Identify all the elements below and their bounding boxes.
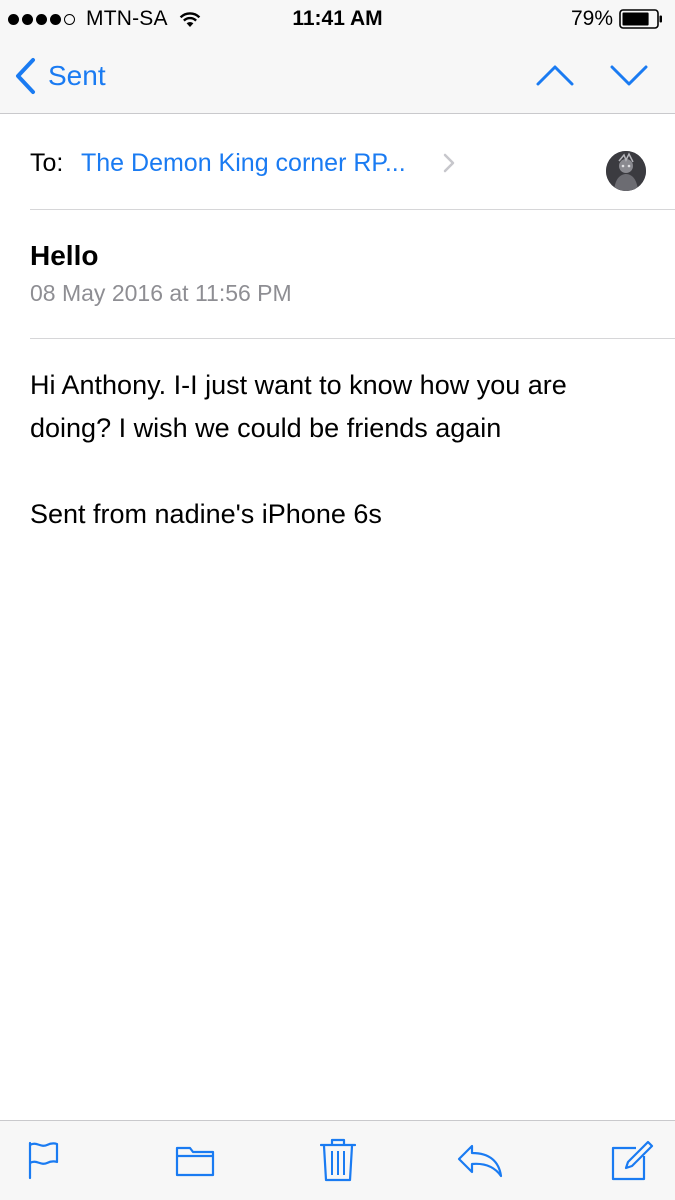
message-body-text: Hi Anthony. I-I just want to know how yo… — [30, 370, 567, 443]
message-body: Hi Anthony. I-I just want to know how yo… — [30, 364, 655, 536]
chevron-up-icon — [536, 65, 574, 86]
move-to-folder-button[interactable] — [175, 1138, 215, 1182]
chevron-right-icon — [443, 153, 455, 173]
chevron-left-icon — [16, 58, 35, 94]
folder-icon — [175, 1146, 215, 1177]
compose-icon — [611, 1140, 654, 1181]
chevron-down-icon — [610, 65, 648, 86]
to-label: To: — [30, 149, 64, 177]
status-right: 79% — [571, 7, 663, 31]
previous-message-button[interactable] — [535, 60, 575, 90]
recipient-name[interactable]: The Demon King corner RP... — [81, 149, 406, 178]
back-button[interactable]: Sent — [14, 56, 106, 96]
compose-button[interactable] — [610, 1138, 656, 1182]
navigation-bar: Sent — [0, 38, 675, 114]
reply-button[interactable] — [456, 1138, 504, 1182]
message-date: 08 May 2016 at 11:56 PM — [30, 280, 292, 306]
avatar[interactable] — [606, 151, 646, 191]
flag-icon — [28, 1141, 59, 1180]
recipient-row: To: The Demon King corner RP... — [30, 114, 675, 210]
status-bar: MTN-SA 11:41 AM 79% — [0, 0, 675, 38]
flag-button[interactable] — [26, 1138, 60, 1182]
back-label: Sent — [48, 60, 106, 91]
mail-message-screen: MTN-SA 11:41 AM 79% Sent To: The Demon K… — [0, 0, 675, 1200]
next-message-button[interactable] — [609, 60, 649, 90]
trash-button[interactable] — [320, 1138, 356, 1182]
subject-block: Hello 08 May 2016 at 11:56 PM — [30, 210, 675, 339]
battery-icon — [619, 9, 662, 29]
reply-icon — [457, 1144, 503, 1178]
battery-percentage: 79% — [570, 7, 613, 30]
trash-icon — [320, 1138, 356, 1182]
message-subject: Hello — [30, 240, 99, 271]
avatar-image — [606, 151, 646, 191]
message-signature: Sent from nadine's iPhone 6s — [30, 499, 382, 529]
bottom-toolbar — [0, 1120, 675, 1200]
